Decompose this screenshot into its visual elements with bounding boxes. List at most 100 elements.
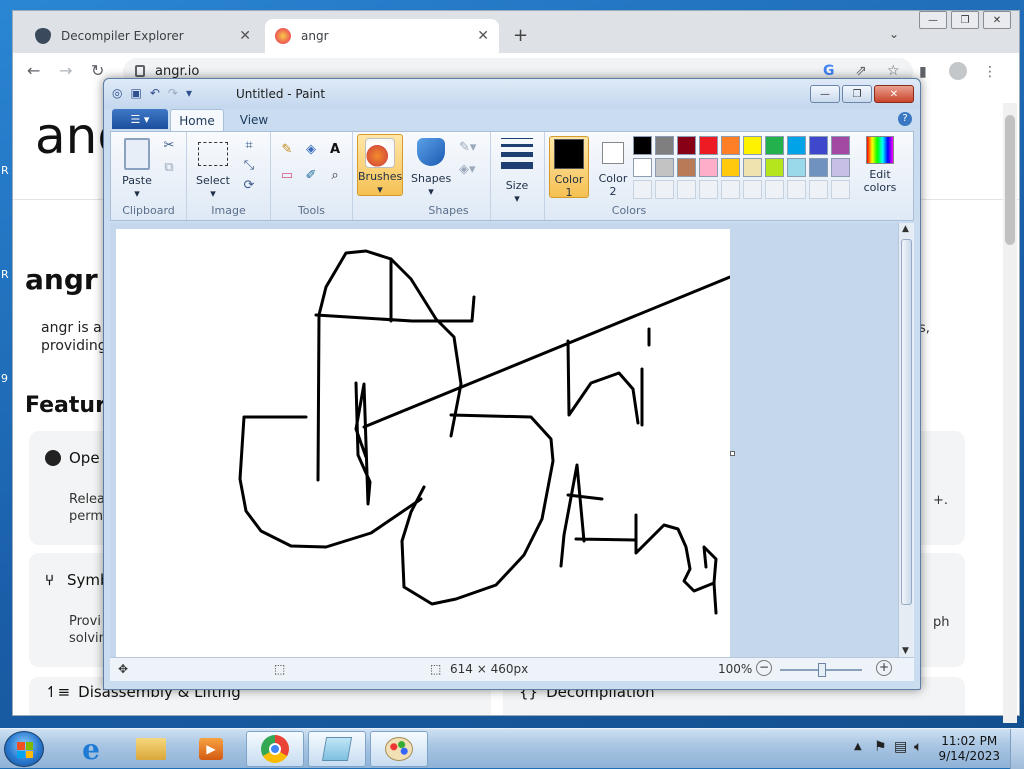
custom-color-slot[interactable] <box>809 180 828 199</box>
undo-icon[interactable]: ↶ <box>150 86 160 100</box>
bookmark-star-icon[interactable]: ☆ <box>887 63 900 79</box>
brushes-button[interactable]: Brushes ▾ <box>357 134 403 196</box>
back-icon[interactable]: ← <box>27 61 40 80</box>
chrome-taskbar-button[interactable] <box>246 731 304 767</box>
palette-swatch[interactable] <box>633 158 652 177</box>
menu-kebab-icon[interactable]: ⋮ <box>983 64 997 80</box>
custom-color-slot[interactable] <box>655 180 674 199</box>
palette-swatch[interactable] <box>787 136 806 155</box>
palette-swatch[interactable] <box>699 158 718 177</box>
tab-search-chevron-icon[interactable]: ⌄ <box>889 27 899 41</box>
palette-swatch[interactable] <box>809 136 828 155</box>
tab-decompiler-explorer[interactable]: Decompiler Explorer ✕ <box>25 19 261 53</box>
palette-swatch[interactable] <box>655 158 674 177</box>
magnifier-icon[interactable]: ⌕ <box>327 168 343 184</box>
copy-icon[interactable]: ⧉ <box>161 160 177 176</box>
crop-icon[interactable]: ⌗ <box>241 138 257 154</box>
maximize-button[interactable]: ❐ <box>951 11 979 29</box>
palette-swatch[interactable] <box>809 158 828 177</box>
drawing-canvas[interactable] <box>116 229 732 657</box>
show-desktop-button[interactable] <box>1010 729 1024 769</box>
palette-swatch[interactable] <box>831 158 850 177</box>
page-scrollbar[interactable] <box>1003 103 1017 723</box>
taskbar-clock[interactable]: 11:02 PM 9/14/2023 <box>938 734 1000 764</box>
tab-home[interactable]: Home <box>170 109 224 131</box>
custom-color-slot[interactable] <box>765 180 784 199</box>
pencil-icon[interactable]: ✎ <box>279 142 295 158</box>
close-tab-icon[interactable]: ✕ <box>477 28 489 44</box>
custom-color-slot[interactable] <box>699 180 718 199</box>
paint-app-icon[interactable]: ◎ <box>112 86 122 100</box>
close-tab-icon[interactable]: ✕ <box>239 28 251 44</box>
customize-qat-icon[interactable]: ▾ <box>186 86 192 100</box>
palette-swatch[interactable] <box>743 158 762 177</box>
close-button[interactable]: ✕ <box>983 11 1011 29</box>
tab-view[interactable]: View <box>234 109 274 131</box>
paint-file-menu-button[interactable]: ☰ ▾ <box>112 109 168 129</box>
fill-bucket-icon[interactable]: ◈ <box>303 142 319 158</box>
color2-button[interactable]: Color 2 <box>593 136 633 198</box>
color-picker-icon[interactable]: ✐ <box>303 168 319 184</box>
canvas-resize-handle[interactable] <box>730 451 735 456</box>
outline-icon[interactable]: ✎▾ <box>459 140 476 156</box>
forward-icon[interactable]: → <box>59 61 72 80</box>
custom-color-slot[interactable] <box>787 180 806 199</box>
palette-swatch[interactable] <box>831 136 850 155</box>
custom-color-slot[interactable] <box>743 180 762 199</box>
media-player-taskbar-button[interactable]: ▶ <box>184 731 238 767</box>
share-icon[interactable]: ⇗ <box>855 63 867 79</box>
palette-swatch[interactable] <box>721 136 740 155</box>
google-lens-icon[interactable]: G <box>823 63 835 79</box>
minimize-button[interactable]: — <box>919 11 947 29</box>
page-scrollbar-thumb[interactable] <box>1005 115 1015 245</box>
palette-swatch[interactable] <box>699 136 718 155</box>
file-explorer-taskbar-button[interactable] <box>124 731 178 767</box>
palette-swatch[interactable] <box>633 136 652 155</box>
reload-icon[interactable]: ↻ <box>91 61 104 80</box>
side-panel-icon[interactable]: ▮ <box>919 64 927 80</box>
select-button[interactable]: Select ▾ <box>193 136 233 200</box>
paint-taskbar-button[interactable] <box>370 731 428 767</box>
tab-angr[interactable]: angr ✕ <box>265 19 499 53</box>
text-tool-icon[interactable]: A <box>327 142 343 158</box>
zoom-slider-thumb[interactable] <box>818 663 826 677</box>
scroll-up-icon[interactable]: ▲ <box>902 224 909 234</box>
color1-button[interactable]: Color 1 <box>549 136 589 199</box>
fill-icon[interactable]: ◈▾ <box>459 162 476 178</box>
new-tab-icon[interactable]: + <box>513 25 528 46</box>
palette-swatch[interactable] <box>721 158 740 177</box>
paint-minimize-button[interactable]: — <box>810 85 840 103</box>
show-hidden-icons-icon[interactable]: ▲ <box>854 741 862 752</box>
action-center-flag-icon[interactable]: ⚑ <box>874 739 887 755</box>
canvas-scrollbar-thumb[interactable] <box>901 239 912 605</box>
canvas-vertical-scrollbar[interactable]: ▲ ▼ <box>898 223 914 657</box>
palette-swatch[interactable] <box>677 158 696 177</box>
palette-swatch[interactable] <box>743 136 762 155</box>
notepad-taskbar-button[interactable] <box>308 731 366 767</box>
zoom-out-icon[interactable]: − <box>756 660 772 676</box>
custom-color-slot[interactable] <box>677 180 696 199</box>
palette-swatch[interactable] <box>787 158 806 177</box>
custom-color-slot[interactable] <box>633 180 652 199</box>
profile-avatar-icon[interactable] <box>949 62 967 80</box>
size-button[interactable]: Size ▾ <box>497 136 537 205</box>
eraser-icon[interactable]: ▭ <box>279 168 295 184</box>
shapes-button[interactable]: Shapes ▾ <box>411 136 451 198</box>
internet-explorer-taskbar-button[interactable]: e <box>64 731 118 767</box>
palette-swatch[interactable] <box>655 136 674 155</box>
help-icon[interactable]: ? <box>898 112 912 126</box>
rotate-icon[interactable]: ⟳ <box>241 178 257 194</box>
palette-swatch[interactable] <box>765 136 784 155</box>
zoom-in-icon[interactable]: + <box>876 660 892 676</box>
volume-muted-icon[interactable]: 🔈︎ <box>914 739 922 755</box>
save-icon[interactable]: ▣ <box>130 86 141 100</box>
zoom-slider[interactable] <box>780 663 862 677</box>
palette-swatch[interactable] <box>677 136 696 155</box>
edit-colors-button[interactable]: Edit colors <box>855 136 905 194</box>
scroll-down-icon[interactable]: ▼ <box>902 646 909 656</box>
custom-color-slot[interactable] <box>831 180 850 199</box>
resize-icon[interactable]: ⤡ <box>241 158 257 174</box>
paint-maximize-button[interactable]: ❐ <box>842 85 872 103</box>
cut-icon[interactable]: ✂ <box>161 138 177 154</box>
custom-color-slot[interactable] <box>721 180 740 199</box>
